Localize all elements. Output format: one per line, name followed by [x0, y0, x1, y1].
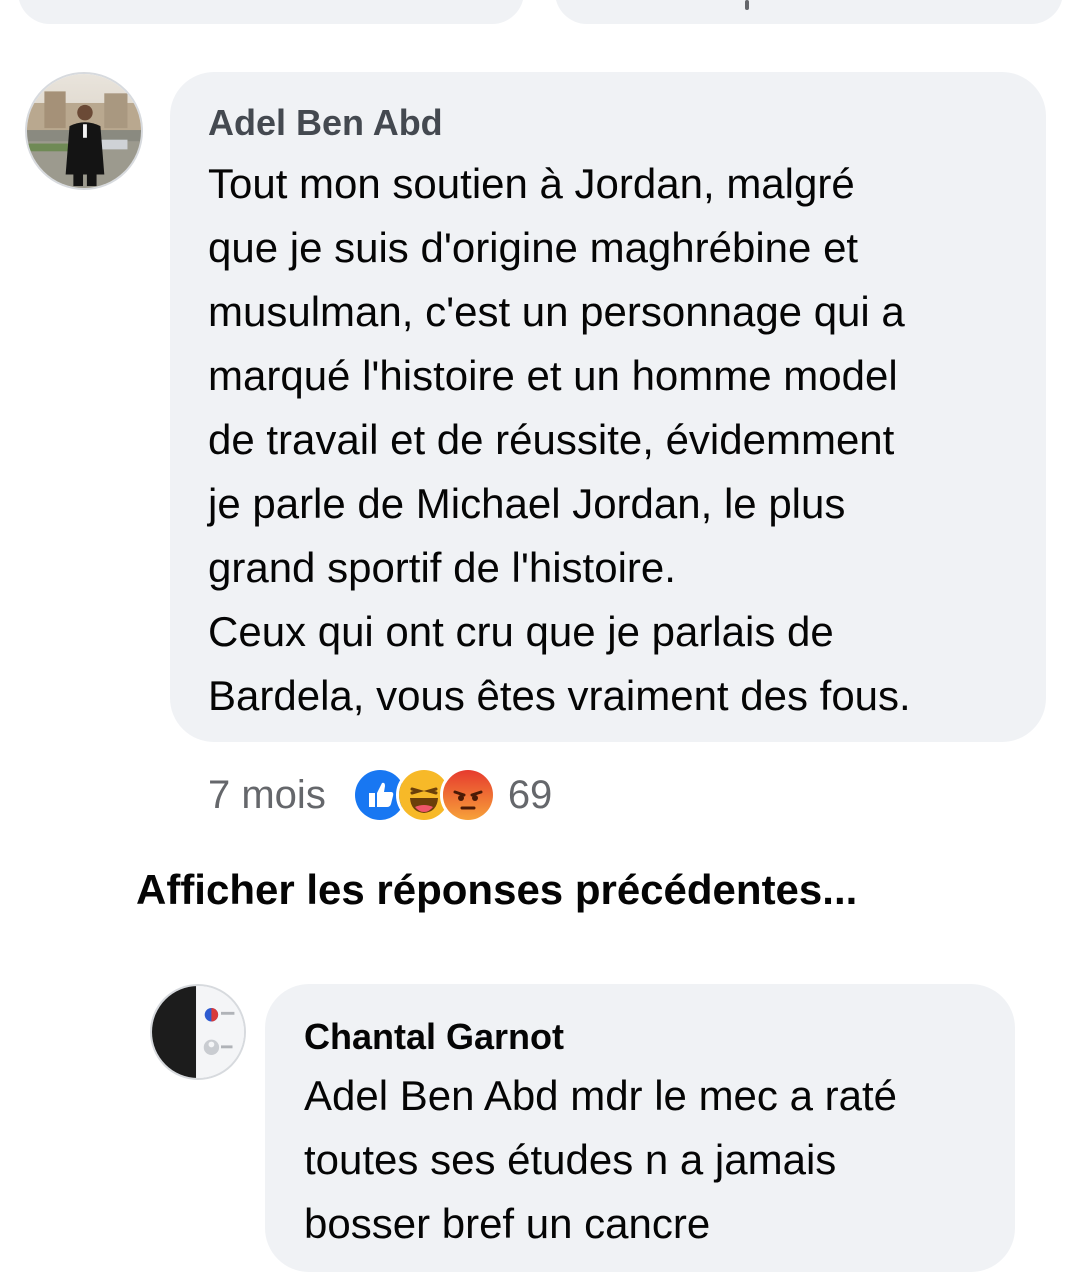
- avatar[interactable]: [25, 72, 143, 190]
- comment-text-line: bosser bref un cancre: [304, 1200, 711, 1247]
- profile-photo-icon: [152, 986, 244, 1078]
- view-previous-replies-link[interactable]: Afficher les réponses précédentes...: [136, 866, 857, 914]
- comment-text-line: marqué l'histoire et un homme model: [208, 352, 898, 399]
- avatar[interactable]: [150, 984, 246, 1080]
- comment-text-line: Tout mon soutien à Jordan, malgré: [208, 160, 855, 207]
- comment-text-line: que je suis d'origine maghrébine et: [208, 224, 859, 271]
- reply-bubble: Chantal Garnot Adel Ben Abd mdr le mec a…: [265, 984, 1015, 1272]
- comment-text: Tout mon soutien à Jordan, malgré que je…: [208, 152, 911, 728]
- comment-text-line: musulman, c'est un personnage qui a: [208, 288, 905, 335]
- comment-text-line: Adel Ben Abd mdr le mec a raté: [304, 1072, 897, 1119]
- comment-timestamp[interactable]: 7 mois: [208, 773, 326, 818]
- comment-author[interactable]: Chantal Garnot: [304, 1016, 564, 1058]
- cropped-text-fragment: [745, 0, 749, 10]
- comment-text-line: grand sportif de l'histoire.: [208, 544, 676, 591]
- comment-text-line: Bardela, vous êtes vraiment des fous.: [208, 672, 911, 719]
- previous-comment-bubble: [18, 0, 524, 24]
- reaction-count[interactable]: 69: [508, 773, 553, 818]
- comment-text-line: toutes ses études n a jamais: [304, 1136, 837, 1183]
- comment-author[interactable]: Adel Ben Abd: [208, 102, 443, 144]
- comment-text-line: Ceux qui ont cru que je parlais de: [208, 608, 834, 655]
- comment-text-line: je parle de Michael Jordan, le plus: [208, 480, 846, 527]
- comment-text: Adel Ben Abd mdr le mec a raté toutes se…: [304, 1064, 897, 1256]
- angry-icon: [439, 767, 496, 823]
- previous-comment-bubble: [555, 0, 1063, 24]
- profile-photo-icon: [27, 74, 141, 188]
- comment-meta: 7 mois 69: [208, 767, 553, 823]
- reaction-summary[interactable]: [351, 767, 496, 823]
- comment-text-line: de travail et de réussite, évidemment: [208, 416, 895, 463]
- comment-bubble: Adel Ben Abd Tout mon soutien à Jordan, …: [170, 72, 1046, 742]
